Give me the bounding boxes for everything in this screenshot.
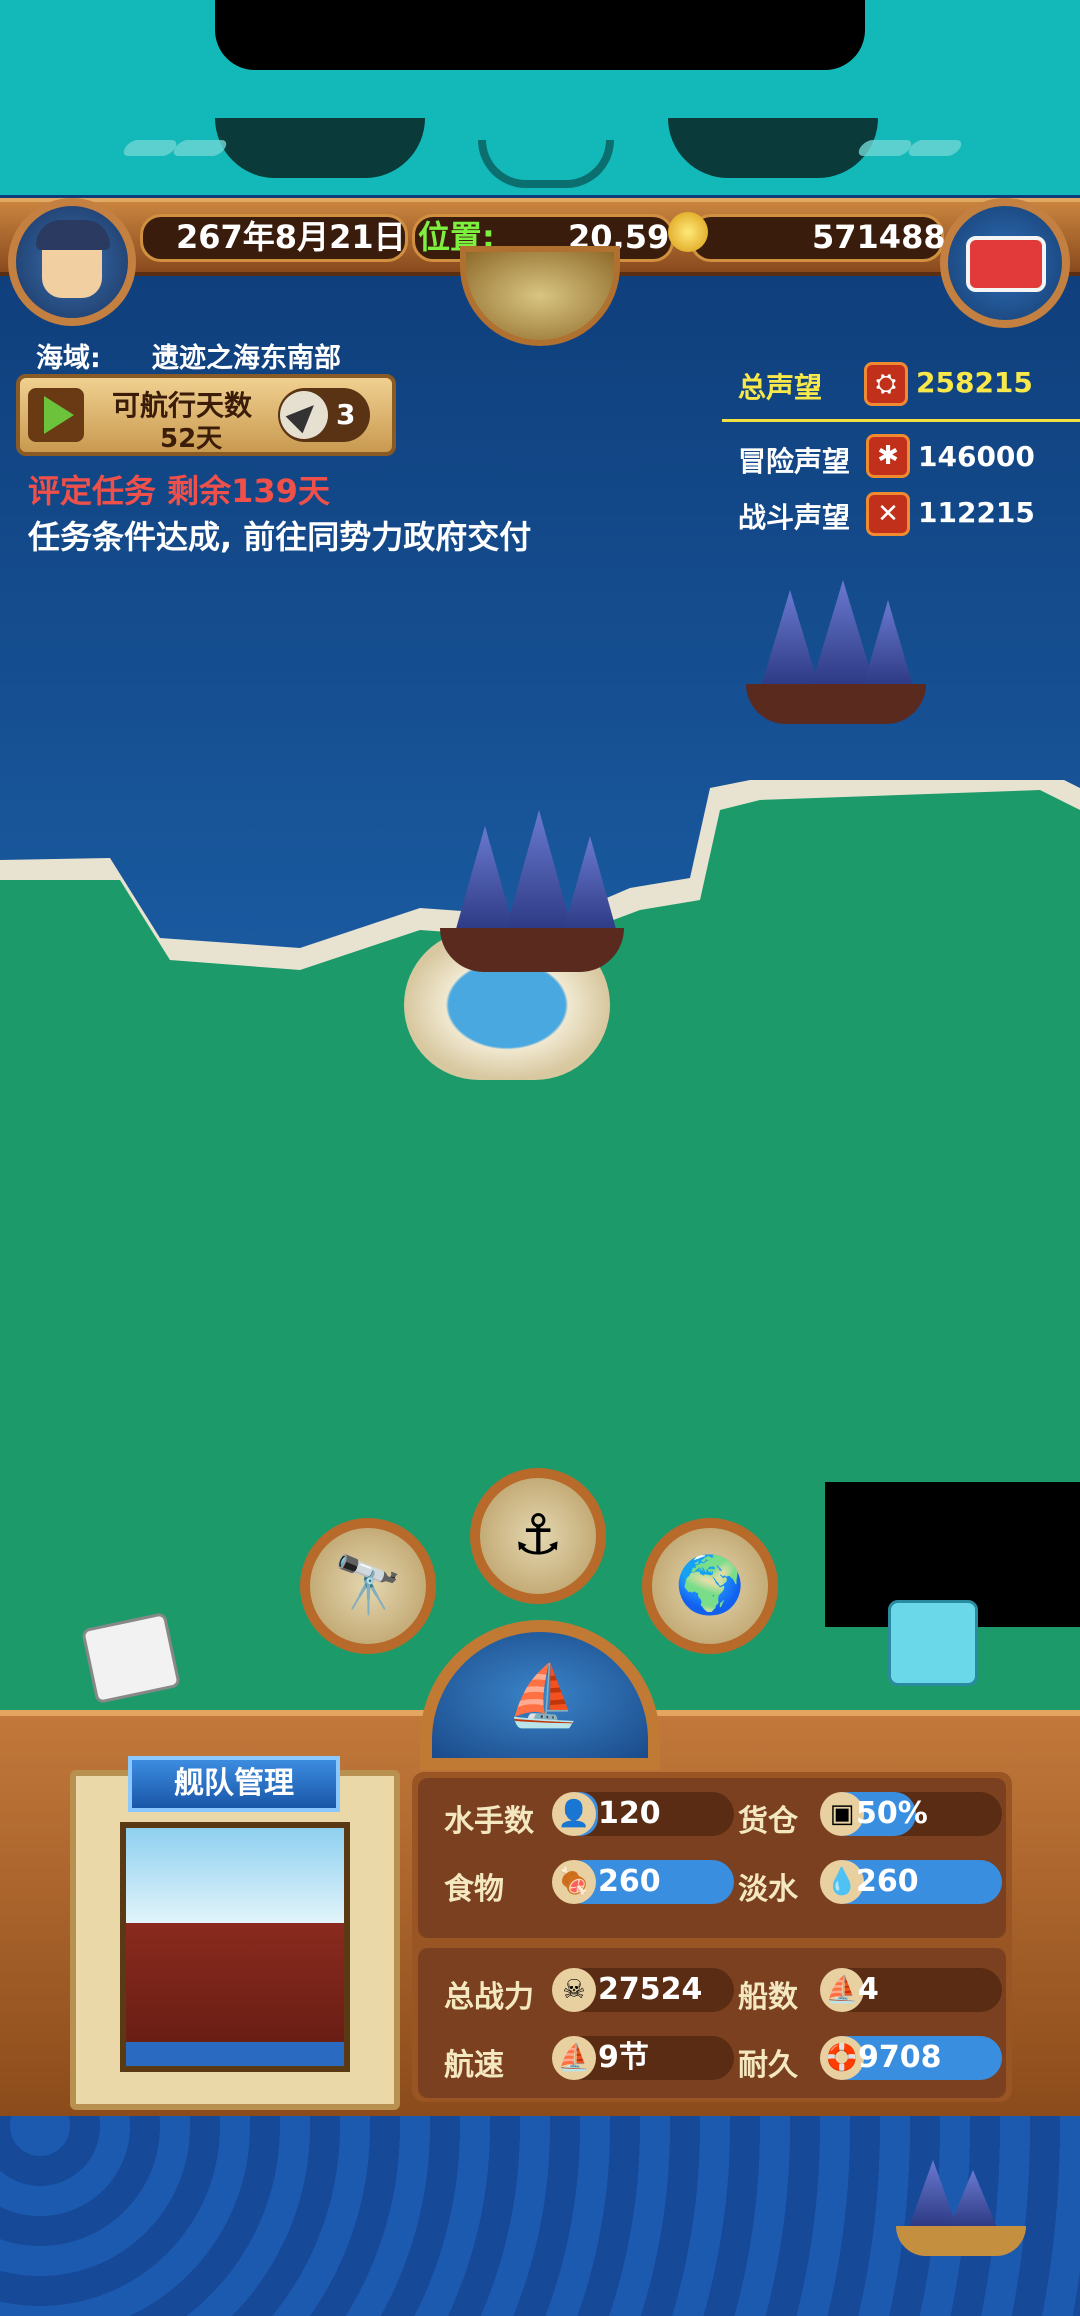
- sailors-value: 120: [598, 1796, 661, 1831]
- sail-days-value: 52天: [160, 424, 223, 454]
- sailors-label: 水手数: [444, 1804, 534, 1839]
- captain-hat-icon: [36, 220, 110, 250]
- ship-hull-icon: [746, 684, 926, 724]
- task-description: 任务条件达成, 前往同势力政府交付: [28, 518, 532, 556]
- ship-count-value: 4: [858, 1972, 879, 2007]
- sailboat-icon: ⛵: [552, 2036, 596, 2080]
- sailor-icon: 👤: [552, 1792, 596, 1836]
- nav-count: 3: [336, 398, 356, 431]
- water-value: 260: [856, 1864, 919, 1899]
- arrow-nav-icon: [280, 391, 328, 439]
- ship-sail-icon: [862, 600, 914, 690]
- sea-area-label: 海域:: [36, 343, 101, 374]
- ship-sail-icon: [760, 590, 820, 690]
- battle-reputation-value: 112215: [918, 496, 1035, 529]
- date-text: 267年8月21日: [176, 218, 406, 256]
- ship-sail-icon: [562, 836, 618, 936]
- player-ship[interactable]: [430, 806, 630, 976]
- speed-value: 9节: [598, 2040, 649, 2075]
- battle-reputation-label: 战斗声望: [738, 501, 851, 534]
- fleet-ship-image[interactable]: [120, 1822, 350, 2072]
- gold-value: 571488: [812, 218, 946, 256]
- cat-left-eye: [215, 118, 425, 178]
- enemy-ship[interactable]: [740, 580, 930, 740]
- fleet-management-button[interactable]: 舰队管理: [128, 1756, 340, 1812]
- cargo-label: 货仓: [738, 1804, 798, 1839]
- adventure-reputation-value: 146000: [918, 440, 1035, 473]
- ship-sail-icon: [908, 2160, 958, 2230]
- total-power-value: 27524: [598, 1972, 703, 2007]
- ship-hull-icon: [896, 2226, 1026, 2256]
- total-reputation-icon: ⛭: [864, 362, 908, 406]
- captain-avatar[interactable]: [8, 198, 136, 326]
- sea-area-name: 遗迹之海东南部: [152, 343, 341, 374]
- total-reputation-label: 总声望: [738, 371, 823, 404]
- cargo-value: 50%: [856, 1796, 928, 1831]
- battle-reputation-icon: ✕: [866, 492, 910, 536]
- telescope-button[interactable]: 🔭: [300, 1518, 436, 1654]
- world-map-button[interactable]: 🌍: [642, 1518, 778, 1654]
- food-value: 260: [598, 1864, 661, 1899]
- total-reputation-value: 258215: [916, 366, 1033, 399]
- skull-icon: ☠: [552, 1968, 596, 2012]
- play-icon: [44, 396, 74, 434]
- fleet-title: 舰队管理: [174, 1766, 294, 1801]
- total-power-label: 总战力: [444, 1980, 534, 2015]
- treasure-chest-button[interactable]: [940, 198, 1070, 328]
- ship-sail-icon: [504, 810, 574, 936]
- durability-label: 耐久: [738, 2048, 798, 2083]
- anchor-button[interactable]: ⚓: [470, 1468, 606, 1604]
- cat-banner-notch: [215, 0, 865, 70]
- reputation-divider: [722, 419, 1080, 422]
- world-map-icon: 🌍: [675, 1553, 745, 1618]
- speed-label: 航速: [444, 2048, 504, 2083]
- adventure-reputation-icon: ✱: [866, 434, 910, 478]
- cat-mascot: [888, 1600, 978, 1686]
- ship-sail-icon: [948, 2170, 998, 2230]
- ship-sail-icon: [810, 580, 876, 690]
- telescope-icon: 🔭: [333, 1553, 403, 1618]
- decorative-ship: [888, 2160, 1038, 2260]
- water-label: 淡水: [738, 1872, 798, 1907]
- food-label: 食物: [444, 1872, 504, 1907]
- treasure-chest-icon: [966, 236, 1046, 292]
- anchor-icon: ⚓: [512, 1503, 564, 1568]
- adventure-reputation-label: 冒险声望: [738, 445, 851, 478]
- gold-coin-icon: [668, 212, 708, 252]
- durability-value: 9708: [858, 2040, 942, 2075]
- harbor-ship-icon: ⛵: [506, 1661, 581, 1731]
- ship-count-label: 船数: [738, 1980, 798, 2015]
- meat-icon: 🍖: [552, 1860, 596, 1904]
- ship-sail-icon: [454, 826, 516, 936]
- cat-right-eye: [668, 118, 878, 178]
- task-title[interactable]: 评定任务 剩余139天: [28, 466, 330, 512]
- ship-hull-icon: [440, 928, 624, 972]
